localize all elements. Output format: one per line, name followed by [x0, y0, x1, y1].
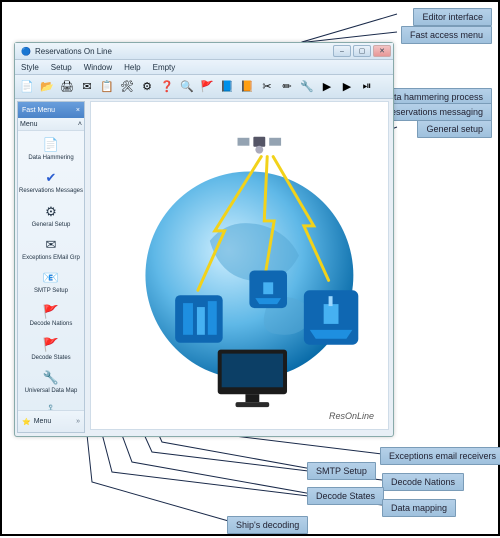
sidebar-item-label: General Setup — [32, 222, 71, 228]
callout-fast-access-menu: Fast access menu — [401, 26, 492, 44]
sidebar-item-smtp-setup[interactable]: 📧SMTP Setup — [18, 266, 84, 299]
wrench-icon: 🔧 — [42, 369, 60, 387]
check-icon: ✔ — [42, 169, 60, 187]
sidebar: Fast Menu × Menu ˄ 📄Data Hammering ✔Rese… — [17, 101, 85, 433]
toolbar-btn-14[interactable]: ✏ — [278, 78, 296, 96]
sidebar-footer-label: Menu — [34, 418, 52, 425]
sidebar-item-label: Universal Data Map — [25, 388, 78, 394]
flag-green-icon: 🚩 — [42, 302, 60, 320]
chevron-up-icon: ˄ — [78, 121, 82, 128]
toolbar-btn-2[interactable]: 📂 — [38, 78, 56, 96]
content-area: ResOnLine — [90, 101, 389, 430]
minimize-button[interactable]: – — [333, 45, 351, 57]
toolbar-btn-8[interactable]: ❓ — [158, 78, 176, 96]
close-button[interactable]: ✕ — [373, 45, 391, 57]
callout-general-setup: General setup — [417, 120, 492, 138]
sidebar-item-decode-nations[interactable]: 🚩Decode Nations — [18, 299, 84, 332]
sidebar-header-label: Fast Menu — [22, 107, 55, 114]
brand-label: ResOnLine — [329, 411, 374, 421]
sidebar-close-icon[interactable]: × — [76, 107, 80, 114]
toolbar-btn-16[interactable]: ▶ — [318, 78, 336, 96]
callout-ships-decoding: Ship's decoding — [227, 516, 308, 534]
toolbar: 📄 📂 🖨 ✉ 📋 🛠 ⚙ ❓ 🔍 🚩 📘 📙 ✂ ✏ 🔧 ▶ ▶ ⏯ — [15, 75, 393, 99]
sidebar-item-label: SMTP Setup — [34, 288, 68, 294]
sidebar-item-label: Exceptions EMail Grp — [22, 255, 80, 261]
app-icon: 🔵 — [21, 47, 31, 56]
sidebar-item-label: Reservations Messages — [19, 188, 83, 194]
flag-red-icon: 🚩 — [42, 336, 60, 354]
sidebar-item-decode-states[interactable]: 🚩Decode States — [18, 333, 84, 366]
toolbar-btn-13[interactable]: ✂ — [258, 78, 276, 96]
sidebar-footer[interactable]: ⭐ Menu » — [18, 410, 84, 432]
callout-smtp-setup: SMTP Setup — [307, 462, 376, 480]
maximize-button[interactable]: ▢ — [353, 45, 371, 57]
sidebar-item-general-setup[interactable]: ⚙General Setup — [18, 200, 84, 233]
toolbar-btn-5[interactable]: 📋 — [98, 78, 116, 96]
sidebar-item-data-hammering[interactable]: 📄Data Hammering — [18, 133, 84, 166]
hero-illustration — [91, 102, 388, 429]
toolbar-btn-6[interactable]: 🛠 — [118, 78, 136, 96]
menu-window[interactable]: Window — [84, 63, 112, 72]
sidebar-item-data-map[interactable]: 🔧Universal Data Map — [18, 366, 84, 399]
sidebar-item-exceptions-email[interactable]: ✉Exceptions EMail Grp — [18, 233, 84, 266]
callout-decode-states: Decode States — [307, 487, 384, 505]
menu-empty[interactable]: Empty — [153, 63, 176, 72]
toolbar-btn-1[interactable]: 📄 — [18, 78, 36, 96]
smtp-icon: 📧 — [42, 269, 60, 287]
toolbar-btn-18[interactable]: ⏯ — [358, 78, 376, 96]
window-controls: – ▢ ✕ — [333, 45, 391, 57]
star-icon: ⭐ — [22, 418, 31, 426]
gear-icon: ⚙ — [42, 203, 60, 221]
collapse-icon[interactable]: » — [76, 418, 80, 425]
document-icon: 📄 — [42, 136, 60, 154]
sidebar-items: 📄Data Hammering ✔Reservations Messages ⚙… — [18, 131, 84, 435]
toolbar-btn-12[interactable]: 📙 — [238, 78, 256, 96]
toolbar-btn-15[interactable]: 🔧 — [298, 78, 316, 96]
toolbar-btn-3[interactable]: 🖨 — [58, 78, 76, 96]
window-title: Reservations On Line — [35, 47, 112, 56]
sidebar-item-reservations-messages[interactable]: ✔Reservations Messages — [18, 166, 84, 199]
sidebar-item-label: Decode States — [31, 355, 70, 361]
menu-help[interactable]: Help — [124, 63, 140, 72]
sidebar-panel-header[interactable]: Menu ˄ — [18, 118, 84, 131]
callout-editor-interface: Editor interface — [413, 8, 492, 26]
sidebar-item-label: Data Hammering — [28, 155, 73, 161]
toolbar-btn-7[interactable]: ⚙ — [138, 78, 156, 96]
app-window: 🔵 Reservations On Line – ▢ ✕ Style Setup… — [14, 42, 394, 437]
titlebar: 🔵 Reservations On Line – ▢ ✕ — [15, 43, 393, 60]
toolbar-btn-11[interactable]: 📘 — [218, 78, 236, 96]
toolbar-btn-4[interactable]: ✉ — [78, 78, 96, 96]
toolbar-btn-10[interactable]: 🚩 — [198, 78, 216, 96]
callout-exceptions-email: Exceptions email receivers — [380, 447, 500, 465]
menubar: Style Setup Window Help Empty — [15, 60, 393, 75]
sidebar-item-label: Decode Nations — [30, 321, 73, 327]
menu-setup[interactable]: Setup — [51, 63, 72, 72]
callout-decode-nations: Decode Nations — [382, 473, 464, 491]
sidebar-panel-label: Menu — [20, 121, 38, 128]
toolbar-btn-17[interactable]: ▶ — [338, 78, 356, 96]
callout-data-mapping: Data mapping — [382, 499, 456, 517]
mail-icon: ✉ — [42, 236, 60, 254]
sidebar-header: Fast Menu × — [18, 102, 84, 118]
toolbar-btn-9[interactable]: 🔍 — [178, 78, 196, 96]
menu-style[interactable]: Style — [21, 63, 39, 72]
